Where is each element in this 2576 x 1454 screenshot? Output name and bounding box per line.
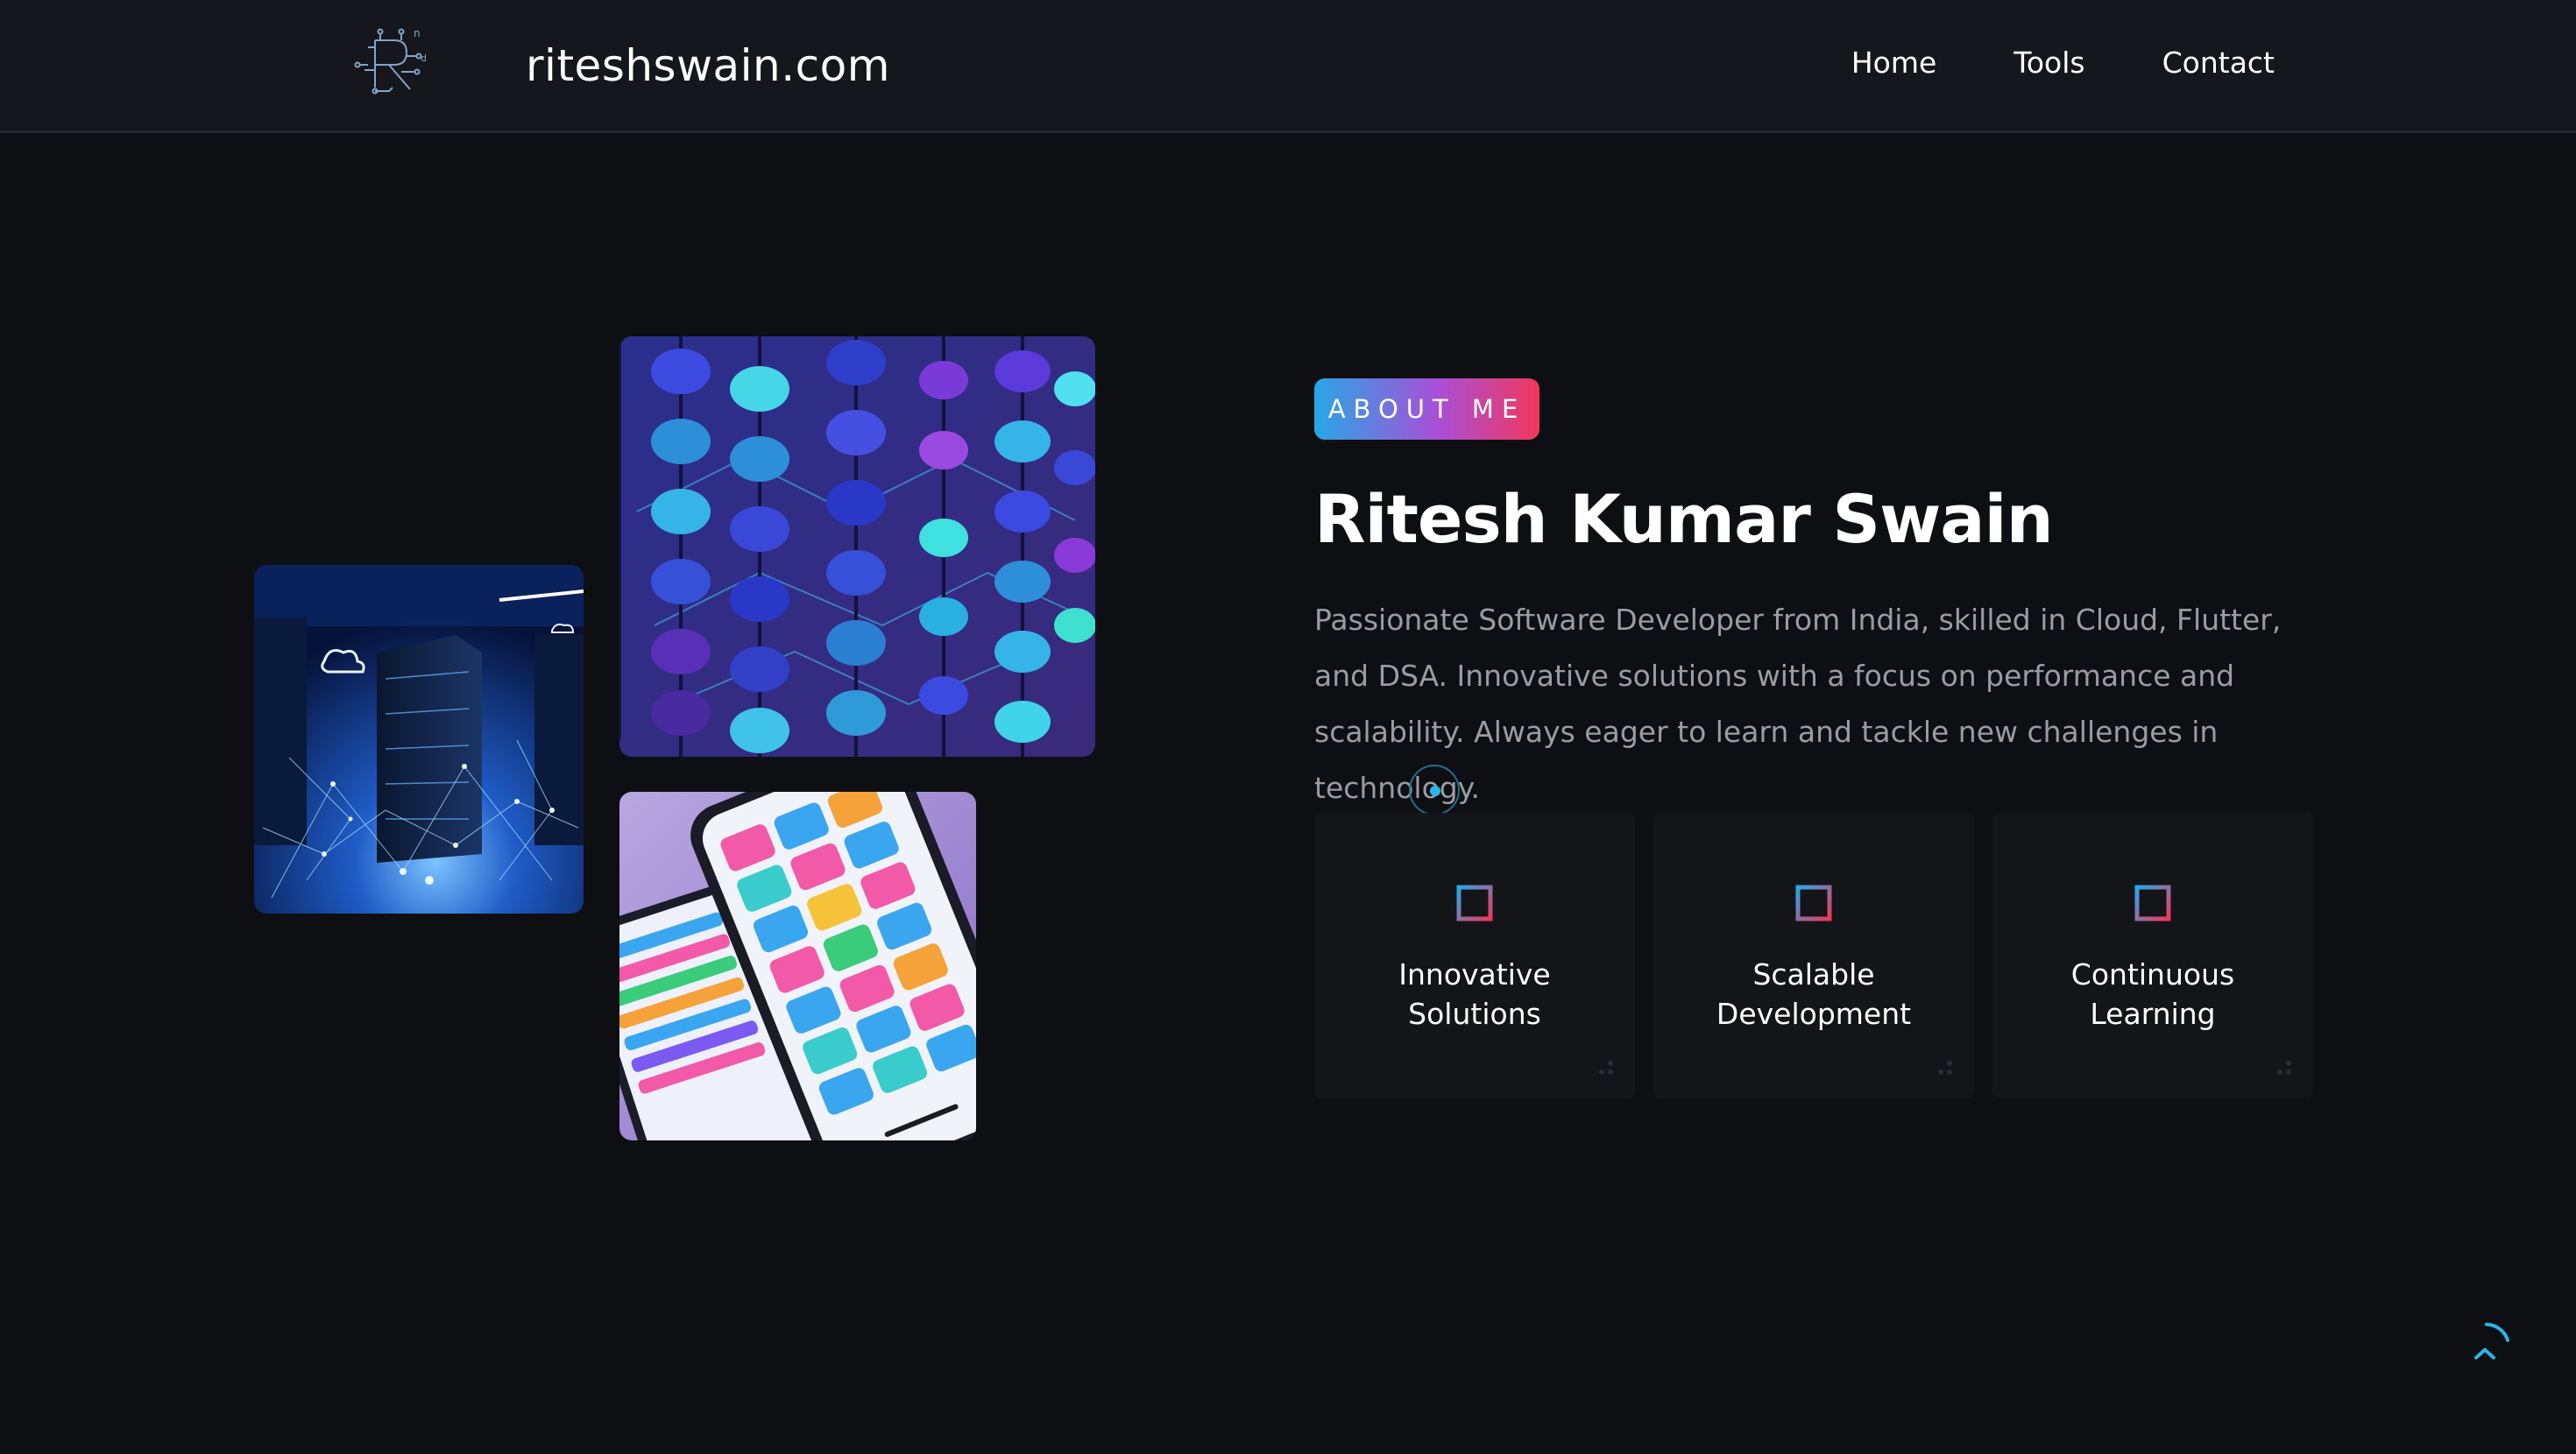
square-icon bbox=[1795, 885, 1832, 921]
dots-icon bbox=[2277, 1061, 2291, 1075]
about-me-badge: ABOUT ME bbox=[1314, 378, 1539, 440]
feature-card-scalable: Scalable Development bbox=[1653, 813, 1974, 1098]
svg-text:n: n bbox=[414, 27, 421, 39]
site-header: n d riteshswain.com Home Tools Contact bbox=[0, 0, 2576, 133]
feature-label: Scalable Development bbox=[1716, 957, 1912, 1031]
scroll-to-top-button[interactable] bbox=[2455, 1317, 2515, 1377]
abacus-dsa-image bbox=[619, 336, 1095, 757]
nav-home[interactable]: Home bbox=[1851, 46, 1936, 80]
about-description: Passionate Software Developer from India… bbox=[1314, 603, 2282, 805]
flutter-app-phone-image bbox=[619, 792, 976, 1140]
about-name-heading: Ritesh Kumar Swain bbox=[1314, 480, 2054, 558]
feature-cards: Innovative Solutions Scalable Developmen… bbox=[1314, 813, 2313, 1098]
site-logo-icon[interactable]: n d bbox=[349, 25, 433, 103]
nav-contact[interactable]: Contact bbox=[2162, 46, 2275, 80]
site-title-link[interactable]: riteshswain.com bbox=[526, 40, 890, 91]
dots-icon bbox=[1938, 1061, 1952, 1075]
feature-card-innovative: Innovative Solutions bbox=[1314, 813, 1635, 1098]
nav-tools[interactable]: Tools bbox=[2013, 46, 2084, 80]
feature-label: Innovative Solutions bbox=[1398, 957, 1551, 1031]
dots-icon bbox=[1599, 1061, 1613, 1075]
main-nav: Home Tools Contact bbox=[1851, 46, 2275, 80]
svg-text:d: d bbox=[421, 53, 427, 64]
cursor-ring-icon bbox=[1409, 765, 1460, 815]
feature-label: Continuous Learning bbox=[2070, 957, 2235, 1031]
square-icon bbox=[1456, 885, 1493, 921]
feature-card-learning: Continuous Learning bbox=[1992, 813, 2313, 1098]
chevron-up-icon bbox=[2474, 1323, 2509, 1359]
cloud-server-image bbox=[254, 565, 584, 914]
square-icon bbox=[2134, 885, 2171, 921]
